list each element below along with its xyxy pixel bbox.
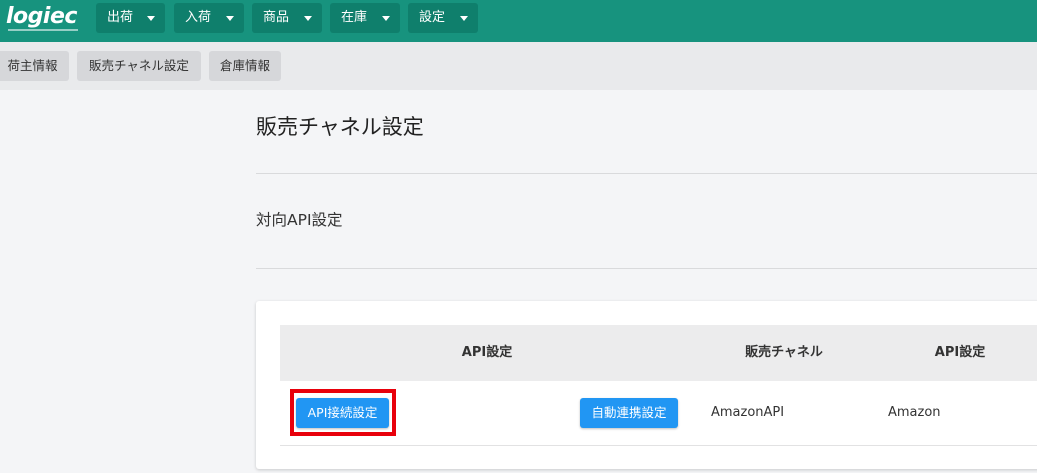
sub-navigation-bar: 荷主情報 販売チャネル設定 倉庫情報 [0, 42, 1037, 90]
nav-menu-label: 入荷 [185, 10, 212, 25]
nav-menu-receiving[interactable]: 入荷 [174, 3, 244, 33]
divider [256, 173, 1037, 174]
chevron-down-icon [226, 16, 234, 21]
sales-channel-cell: AmazonAPI [711, 405, 785, 420]
subnav-warehouse-info[interactable]: 倉庫情報 [209, 51, 281, 81]
subnav-shipper-info[interactable]: 荷主情報 [0, 51, 69, 81]
column-header-sales-channel: 販売チャネル [745, 345, 823, 360]
auto-link-settings-button[interactable]: 自動連携設定 [580, 398, 678, 428]
app-logo[interactable]: logiec [6, 4, 82, 34]
nav-menu-label: 設定 [419, 10, 446, 25]
column-header-api-settings: API設定 [461, 345, 513, 360]
column-header-api: API設定 [934, 345, 986, 360]
nav-menu-settings[interactable]: 設定 [408, 3, 478, 33]
nav-menu-label: 在庫 [341, 10, 368, 25]
api-cell: Amazon [888, 405, 941, 420]
section-title: 対向API設定 [256, 211, 343, 229]
table-header: API設定 販売チャネル API設定 [280, 325, 1037, 381]
api-settings-card: API設定 販売チャネル API設定 API接続設定 自動連携設定 Amazon… [256, 301, 1037, 469]
nav-menu-products[interactable]: 商品 [252, 3, 322, 33]
nav-menu-label: 出荷 [107, 10, 134, 25]
nav-menu-label: 商品 [263, 10, 290, 25]
chevron-down-icon [147, 16, 155, 21]
chevron-down-icon [382, 16, 390, 21]
logo-text: logiec [6, 4, 77, 29]
nav-menu-shipping[interactable]: 出荷 [96, 3, 165, 33]
page-title: 販売チャネル設定 [256, 115, 424, 139]
top-navigation-bar: logiec 出荷 入荷 商品 在庫 設定 [0, 0, 1037, 42]
table-row: API接続設定 自動連携設定 AmazonAPI Amazon [280, 381, 1037, 446]
divider [256, 268, 1037, 269]
subnav-sales-channel-settings[interactable]: 販売チャネル設定 [77, 51, 201, 81]
chevron-down-icon [460, 16, 468, 21]
logo-underline [8, 29, 78, 31]
chevron-down-icon [304, 16, 312, 21]
nav-menu-inventory[interactable]: 在庫 [330, 3, 400, 33]
highlight-box [290, 389, 396, 436]
